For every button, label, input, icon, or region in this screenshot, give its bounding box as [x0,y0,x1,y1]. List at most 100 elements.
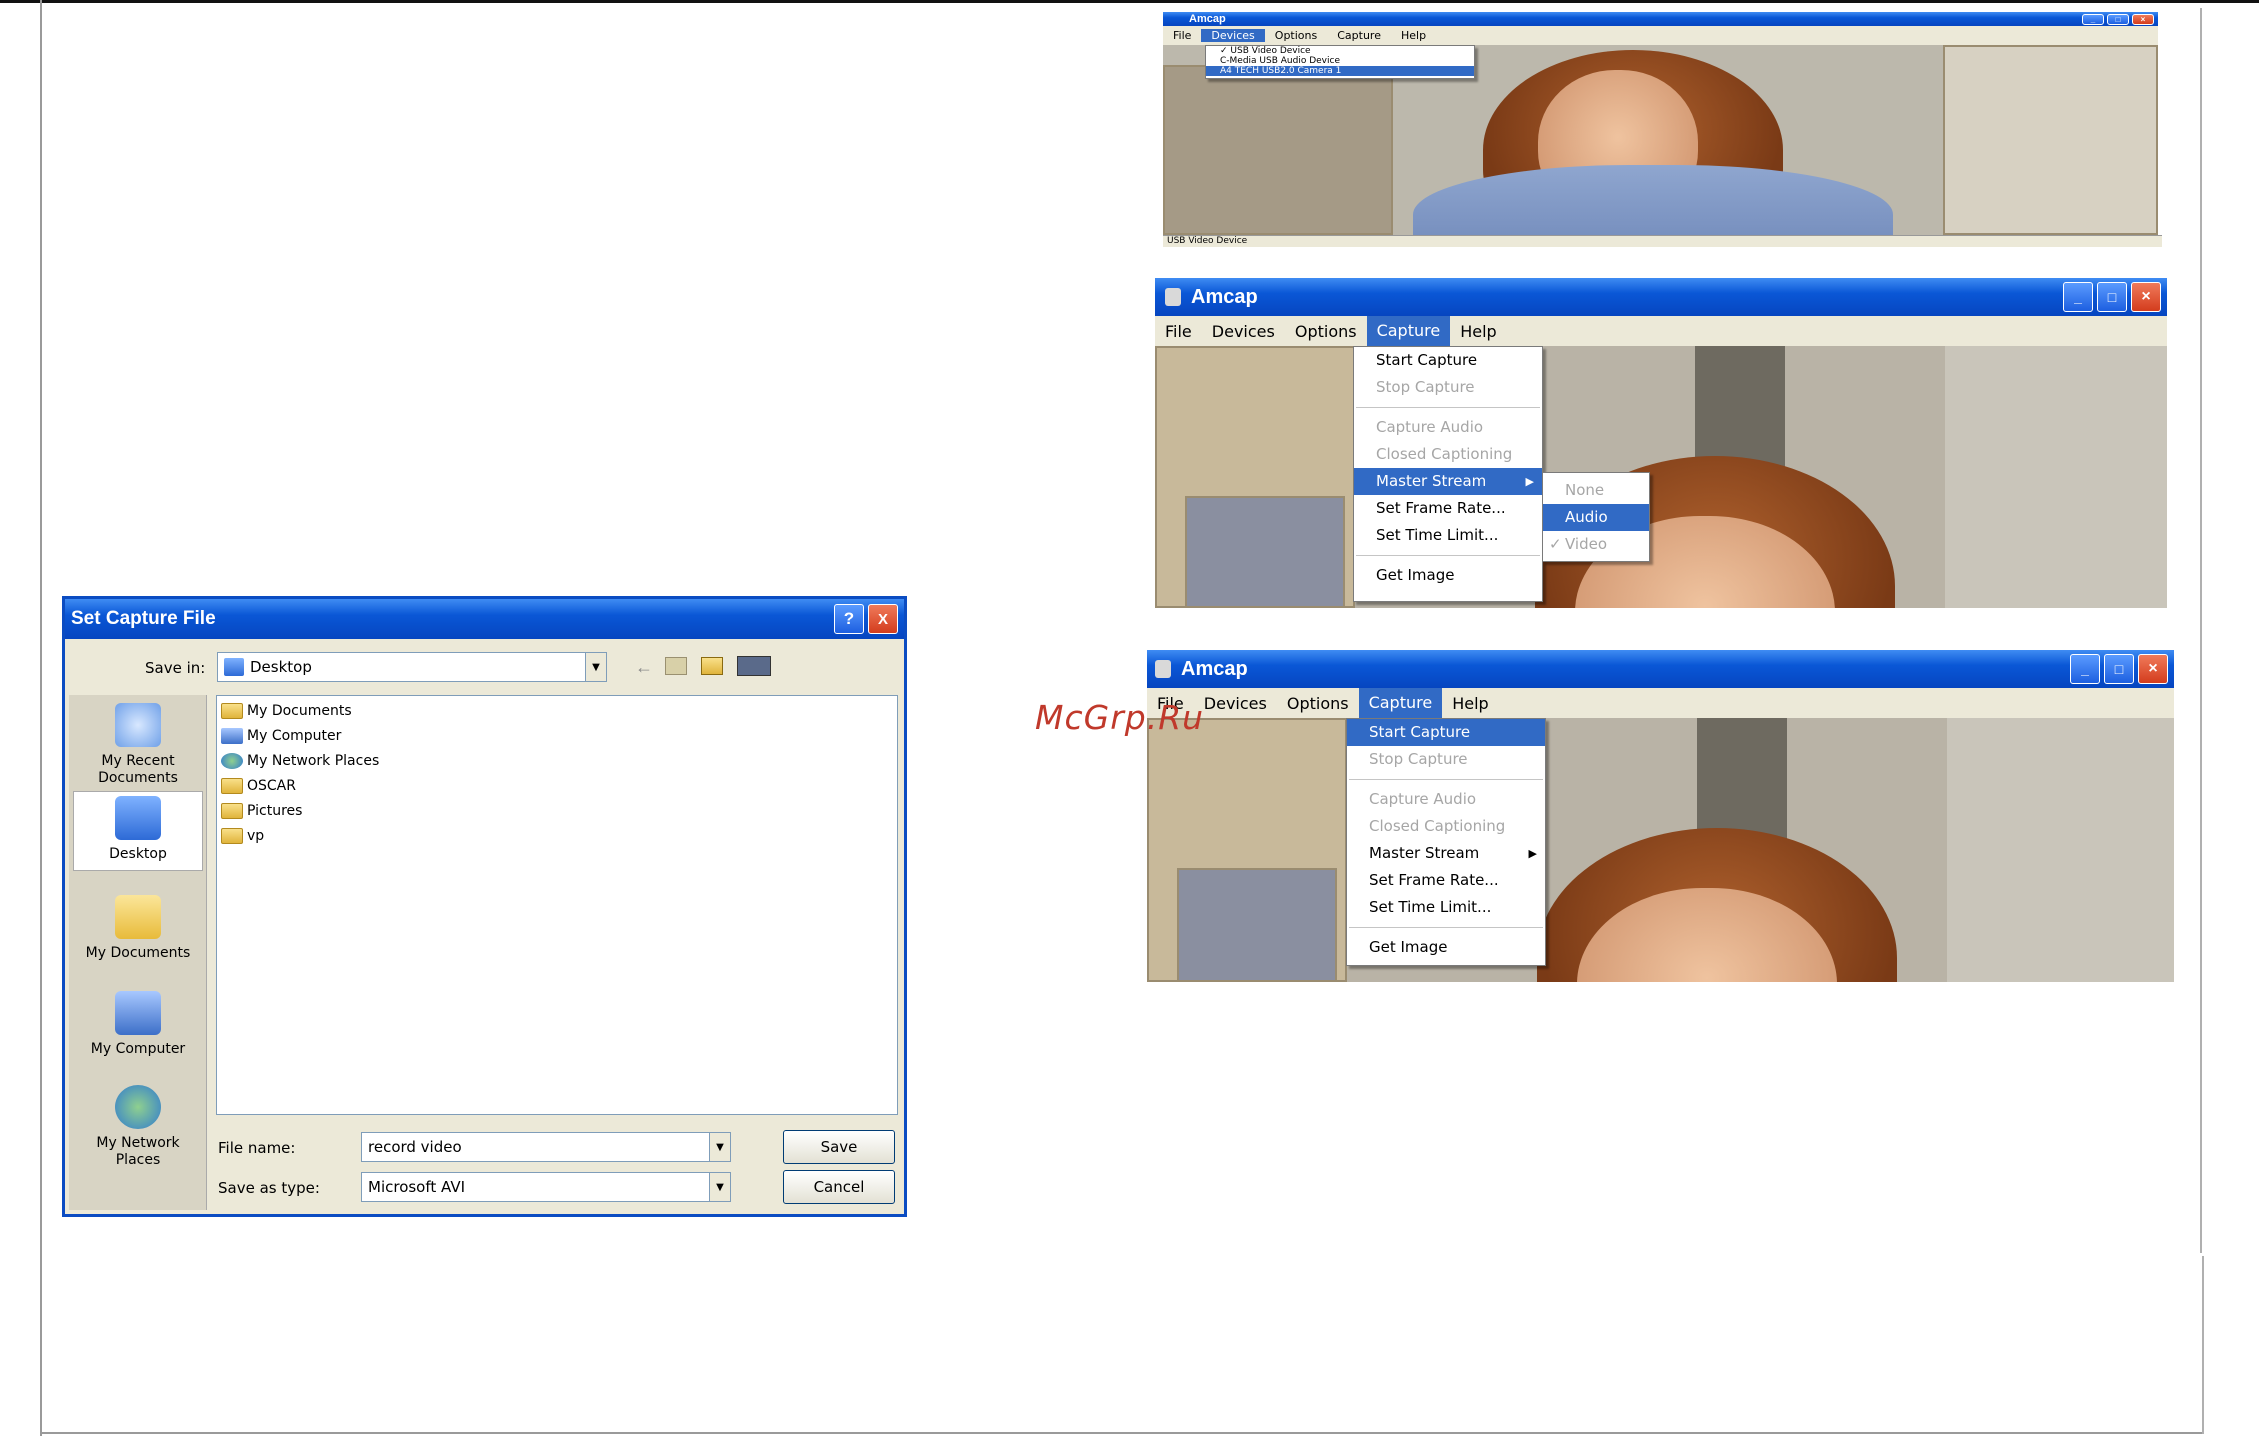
menu-help[interactable]: Help [1450,322,1506,341]
menu-capture[interactable]: Capture [1327,29,1391,42]
places-bar: My Recent Documents Desktop My Documents… [69,695,207,1210]
video-preview [1155,346,2167,608]
menu-item-usb-video[interactable]: ✓ USB Video Device [1206,46,1474,56]
list-item[interactable]: vp [221,825,264,847]
menu-capture[interactable]: Capture [1358,688,1443,718]
submenu-item-none: None [1565,481,1605,499]
desktop-icon [224,658,244,676]
file-name-input[interactable]: record video ▼ [361,1132,731,1162]
menu-item-stop-capture: Stop Capture [1376,378,1475,396]
place-my-network-places[interactable]: My Network Places [73,1085,203,1169]
save-as-type-label: Save as type: [218,1179,320,1197]
menu-capture[interactable]: Capture [1366,316,1451,346]
save-as-type-select[interactable]: Microsoft AVI ▼ [361,1172,731,1202]
menu-item-start-capture[interactable]: Start Capture [1347,719,1545,746]
computer-icon [221,728,243,744]
menu-item-get-image[interactable]: Get Image [1354,562,1542,589]
new-folder-icon[interactable] [701,657,723,675]
app-icon [1155,660,1171,678]
menu-item-set-frame-rate[interactable]: Set Frame Rate... [1347,867,1545,894]
menu-bar: File Devices Options Capture Help [1147,688,2174,718]
save-in-label: Save in: [145,659,206,677]
amcap-window-devices: Amcap _ □ × File Devices Options Capture… [1163,12,2162,247]
menu-item-start-capture[interactable]: Start Capture [1354,347,1542,374]
window-title: Amcap [1189,13,1226,25]
menu-item-cmedia[interactable]: C-Media USB Audio Device [1206,56,1474,66]
cancel-button[interactable]: Cancel [783,1170,895,1204]
menu-options[interactable]: Options [1277,694,1359,713]
menu-file[interactable]: File [1163,29,1201,42]
title-bar: Amcap _ □ × [1155,278,2167,316]
submenu-item-video[interactable]: ✓ Video [1543,531,1649,558]
title-bar: Amcap _ □ × [1163,12,2158,26]
menu-options[interactable]: Options [1265,29,1327,42]
menu-devices[interactable]: Devices [1202,322,1285,341]
maximize-button[interactable]: □ [2104,654,2134,684]
close-button[interactable]: X [868,604,898,634]
page-frame-right-lower [2202,1256,2204,1434]
save-as-type-value: Microsoft AVI [368,1178,466,1196]
minimize-button[interactable]: _ [2082,13,2104,25]
list-item[interactable]: OSCAR [221,775,296,797]
save-button[interactable]: Save [783,1130,895,1164]
close-button[interactable]: × [2132,13,2154,25]
recent-documents-icon [115,703,161,747]
list-item[interactable]: My Network Places [221,750,379,772]
network-places-icon [115,1085,161,1129]
save-in-combo[interactable]: Desktop ▼ [217,652,607,682]
menu-item-set-time-limit[interactable]: Set Time Limit... [1354,522,1542,549]
menu-item-set-frame-rate[interactable]: Set Frame Rate... [1354,495,1542,522]
submenu-arrow-icon: ▶ [1525,475,1534,488]
folder-icon [221,778,243,794]
menu-separator [1349,779,1543,780]
view-menu-icon[interactable] [737,656,771,676]
close-button[interactable]: × [2131,282,2161,312]
save-in-value: Desktop [250,658,312,676]
file-name-value: record video [368,1138,462,1156]
place-my-computer[interactable]: My Computer [73,991,203,1058]
list-item[interactable]: My Documents [221,700,352,722]
submenu-arrow-icon: ▶ [1528,847,1537,860]
close-button[interactable]: × [2138,654,2168,684]
menu-file[interactable]: File [1155,322,1202,341]
menu-item-set-time-limit[interactable]: Set Time Limit... [1347,894,1545,921]
file-list[interactable]: My Documents My Computer My Network Plac… [216,695,898,1115]
submenu-item-audio[interactable]: Audio [1543,504,1649,531]
maximize-button[interactable]: □ [2107,13,2129,25]
page-frame-right [2200,8,2202,1253]
menu-item-get-image[interactable]: Get Image [1347,934,1545,961]
chevron-down-icon: ▼ [709,1133,730,1161]
amcap-window-start-capture: Amcap _ □ × File Devices Options Capture… [1147,650,2174,982]
menu-options[interactable]: Options [1285,322,1367,341]
menu-devices[interactable]: Devices [1194,694,1277,713]
set-capture-file-dialog: Set Capture File ? X Save in: Desktop ▼ … [62,596,907,1217]
up-folder-icon[interactable] [665,657,687,675]
list-item[interactable]: Pictures [221,800,302,822]
minimize-button[interactable]: _ [2070,654,2100,684]
menu-separator [1356,407,1540,408]
list-item[interactable]: My Computer [221,725,341,747]
place-desktop[interactable]: Desktop [73,791,203,871]
chevron-down-icon: ▼ [585,653,606,681]
menu-help[interactable]: Help [1391,29,1436,42]
status-bar: USB Video Device [1163,235,2162,247]
menu-item-capture-audio: Capture Audio [1376,418,1484,436]
menu-item-master-stream[interactable]: Master Stream ▶ [1347,840,1545,867]
menu-devices[interactable]: Devices [1201,29,1265,42]
file-name-label: File name: [218,1139,296,1157]
place-my-documents[interactable]: My Documents [73,895,203,962]
folder-icon [221,828,243,844]
menu-item-a4tech[interactable]: A4 TECH USB2.0 Camera 1 [1206,66,1474,76]
help-button[interactable]: ? [834,604,864,634]
menu-item-master-stream[interactable]: Master Stream ▶ [1354,468,1542,495]
maximize-button[interactable]: □ [2097,282,2127,312]
network-icon [221,753,243,769]
menu-help[interactable]: Help [1442,694,1498,713]
place-my-recent-documents[interactable]: My Recent Documents [73,703,203,787]
top-rule [0,0,2259,3]
menu-separator [1349,927,1543,928]
status-text: USB Video Device [1167,236,1248,246]
page-frame-left [40,0,42,1436]
back-icon[interactable]: ← [635,657,653,678]
minimize-button[interactable]: _ [2063,282,2093,312]
